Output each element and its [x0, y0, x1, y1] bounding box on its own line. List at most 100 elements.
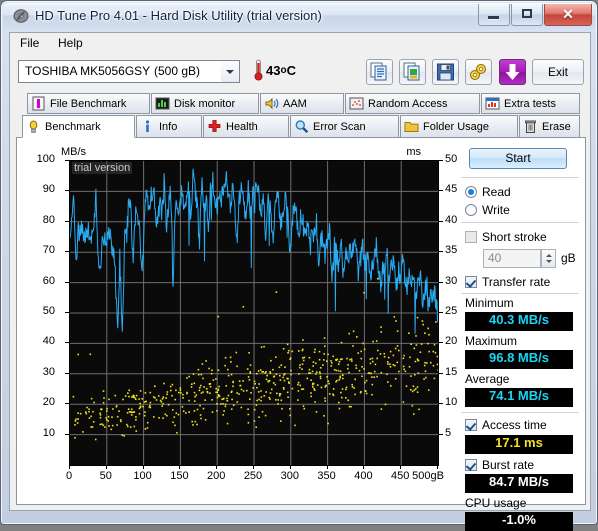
y-tick — [65, 282, 69, 283]
tab-benchmark-label: Benchmark — [45, 121, 101, 133]
access-time-checkbox[interactable] — [465, 419, 477, 431]
cpu-usage-value: -1.0% — [465, 512, 573, 531]
y-tick-label: 90 — [31, 183, 55, 195]
y2-tick — [439, 282, 443, 283]
y-tick — [65, 190, 69, 191]
y-tick-label: 40 — [31, 335, 55, 347]
x-tick-label: 100 — [123, 470, 163, 482]
tab-random-access[interactable]: Random Access — [345, 93, 480, 114]
tab-strip: File Benchmark Disk monitor AAM Random A… — [16, 93, 586, 141]
chevron-down-icon[interactable] — [221, 61, 239, 82]
menu-file[interactable]: File — [14, 36, 45, 51]
tab-erase[interactable]: Erase — [519, 115, 580, 138]
download-icon[interactable] — [499, 59, 526, 85]
app-window: HD Tune Pro 4.01 - Hard Disk Utility (tr… — [0, 0, 598, 525]
window-title: HD Tune Pro 4.01 - Hard Disk Utility (tr… — [35, 7, 322, 25]
y2-tick — [439, 160, 443, 161]
maximum-value: 96.8 MB/s — [465, 350, 573, 369]
average-label: Average — [465, 372, 509, 386]
cpu-usage-label: CPU usage — [465, 496, 526, 510]
menu-help[interactable]: Help — [52, 36, 89, 51]
y2-tick — [439, 434, 443, 435]
y2-tick — [439, 403, 443, 404]
divider — [461, 293, 579, 294]
x-tick-label: 400 — [343, 470, 383, 482]
tab-disk-monitor[interactable]: Disk monitor — [151, 93, 259, 114]
checkbox-short-stroke[interactable]: Short stroke — [465, 229, 547, 245]
average-value: 74.1 MB/s — [465, 388, 573, 407]
tab-file-benchmark[interactable]: File Benchmark — [27, 93, 150, 114]
y-tick-label: 50 — [31, 305, 55, 317]
y-tick-label: 100 — [31, 153, 55, 165]
bulb-icon — [26, 119, 41, 134]
y-tick — [65, 251, 69, 252]
y-tick-label: 20 — [31, 396, 55, 408]
benchmark-chart: MB/s ms trial version 102030405060708090… — [31, 146, 451, 496]
y-tick-label: 60 — [31, 275, 55, 287]
checkbox-transfer-rate[interactable]: Transfer rate — [465, 274, 550, 290]
y-tick — [65, 221, 69, 222]
client-area: File Help TOSHIBA MK5056GSY (500 gB) 43o… — [9, 32, 591, 511]
magnifier-icon — [294, 119, 309, 134]
burst-rate-checkbox[interactable] — [465, 459, 477, 471]
tab-info-label: Info — [159, 121, 177, 133]
radio-write[interactable]: Write — [465, 202, 510, 218]
short-stroke-input[interactable]: 40 — [483, 249, 541, 268]
menu-bar: File Help — [10, 33, 590, 54]
radio-read[interactable]: Read — [465, 184, 511, 200]
close-button[interactable]: ✕ — [544, 4, 592, 26]
y-tick-label: 70 — [31, 244, 55, 256]
burst-rate-value: 84.7 MB/s — [465, 474, 573, 493]
y2-tick — [439, 251, 443, 252]
divider — [461, 412, 579, 413]
y2-tick — [439, 342, 443, 343]
minimum-value: 40.3 MB/s — [465, 312, 573, 331]
radio-write-label: Write — [482, 203, 510, 217]
tab-aam[interactable]: AAM — [260, 93, 344, 114]
x-tick-label: 150 — [159, 470, 199, 482]
copy-image-icon[interactable] — [399, 59, 426, 85]
tab-folder-usage[interactable]: Folder Usage — [400, 115, 518, 138]
tab-info[interactable]: Info — [136, 115, 202, 138]
short-stroke-stepper[interactable] — [541, 249, 556, 268]
maximize-button[interactable] — [511, 4, 543, 26]
trash-icon — [523, 119, 538, 134]
transfer-rate-checkbox[interactable] — [465, 276, 477, 288]
maximum-label: Maximum — [465, 334, 517, 348]
y-tick-label: 30 — [31, 366, 55, 378]
y2-tick — [439, 312, 443, 313]
y-tick — [65, 312, 69, 313]
tab-health[interactable]: Health — [203, 115, 289, 138]
y-tick — [65, 434, 69, 435]
drive-name: TOSHIBA MK5056GSY — [25, 64, 150, 78]
temperature-readout: 43oC — [266, 63, 296, 78]
save-icon[interactable] — [432, 59, 459, 85]
menu-file-label: File — [20, 36, 39, 50]
y-tick-label: 10 — [31, 427, 55, 439]
checkbox-burst-rate[interactable]: Burst rate — [465, 457, 534, 473]
y2-tick — [439, 221, 443, 222]
x-tick — [290, 465, 291, 469]
transfer-rate-label: Transfer rate — [482, 275, 550, 289]
divider — [461, 177, 579, 178]
hdd-icon — [13, 8, 29, 24]
settings-icon[interactable] — [465, 59, 492, 85]
radio-read-label: Read — [482, 185, 511, 199]
radio-write-indicator[interactable] — [465, 204, 477, 216]
tab-extra-tests[interactable]: Extra tests — [481, 93, 580, 114]
drive-capacity: (500 gB) — [154, 64, 200, 78]
tab-random-access-label: Random Access — [368, 98, 447, 110]
drive-select[interactable]: TOSHIBA MK5056GSY (500 gB) — [18, 60, 240, 83]
checkbox-access-time[interactable]: Access time — [465, 417, 547, 433]
tab-error-scan[interactable]: Error Scan — [290, 115, 399, 138]
start-button[interactable]: Start — [469, 148, 567, 169]
tab-benchmark[interactable]: Benchmark — [22, 115, 135, 138]
minimize-button[interactable] — [478, 4, 510, 26]
copy-icon[interactable] — [366, 59, 393, 85]
divider — [461, 222, 579, 223]
radio-read-indicator[interactable] — [465, 186, 477, 198]
exit-button[interactable]: Exit — [532, 59, 584, 85]
short-stroke-checkbox[interactable] — [465, 231, 477, 243]
y2-tick — [439, 373, 443, 374]
speaker-icon — [264, 96, 279, 111]
